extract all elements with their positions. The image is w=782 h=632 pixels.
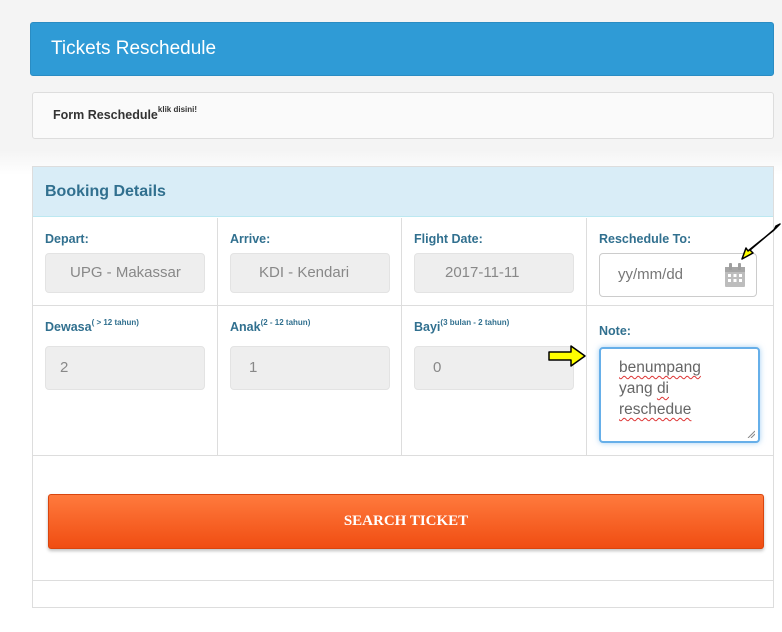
arrive-label: Arrive: [230, 232, 271, 246]
note-word: di [656, 380, 670, 397]
page-header: Tickets Reschedule [30, 22, 774, 76]
note-word: reschedue [619, 401, 692, 418]
depart-label: Depart: [45, 232, 89, 246]
reschedule-date-placeholder: yy/mm/dd [618, 266, 684, 283]
dewasa-input[interactable]: 2 [45, 346, 205, 390]
panel-footer-divider [33, 580, 773, 581]
anak-label: Anak(2 - 12 tahun) [230, 317, 311, 334]
dewasa-label: Dewasa( > 12 tahun) [45, 317, 139, 334]
arrive-cell: Arrive: KDI - Kendari [218, 218, 402, 306]
form-reschedule-link[interactable]: klik disini! [158, 105, 197, 114]
booking-details-panel: Booking Details Depart: UPG - Makassar A… [32, 166, 774, 608]
note-textarea[interactable]: benumpang yang di reschedue [599, 347, 760, 443]
anak-input[interactable]: 1 [230, 346, 390, 390]
note-word: yang [619, 380, 653, 397]
panel-title: Booking Details [33, 167, 773, 217]
page-title: Tickets Reschedule [51, 38, 217, 59]
flight-date-input[interactable]: 2017-11-11 [414, 253, 574, 293]
form-reschedule-box: Form Rescheduleklik disini! [32, 92, 774, 139]
bayi-cell: Bayi(3 bulan - 2 tahun) 0 [402, 306, 587, 456]
note-word: benumpang [619, 359, 701, 376]
resize-grip-icon[interactable] [747, 430, 755, 438]
annotation-arrow-icon [741, 223, 781, 260]
depart-input[interactable]: UPG - Makassar [45, 253, 205, 293]
arrive-input[interactable]: KDI - Kendari [230, 253, 390, 293]
form-reschedule-label: Form Reschedule [53, 108, 158, 122]
anak-cell: Anak(2 - 12 tahun) 1 [218, 306, 402, 456]
reschedule-date-input[interactable]: yy/mm/dd [599, 253, 757, 297]
calendar-icon[interactable] [724, 262, 746, 288]
annotation-arrow-icon [548, 345, 586, 367]
flight-date-cell: Flight Date: 2017-11-11 [402, 218, 587, 306]
bayi-label: Bayi(3 bulan - 2 tahun) [414, 317, 510, 334]
dewasa-cell: Dewasa( > 12 tahun) 2 [33, 306, 218, 456]
depart-cell: Depart: UPG - Makassar [33, 218, 218, 306]
search-ticket-button[interactable]: SEARCH TICKET [48, 494, 764, 549]
flight-date-label: Flight Date: [414, 232, 483, 246]
note-cell: Note: benumpang yang di reschedue [587, 306, 773, 456]
note-label: Note: [599, 324, 631, 338]
reschedule-to-label: Reschedule To: [599, 232, 692, 246]
